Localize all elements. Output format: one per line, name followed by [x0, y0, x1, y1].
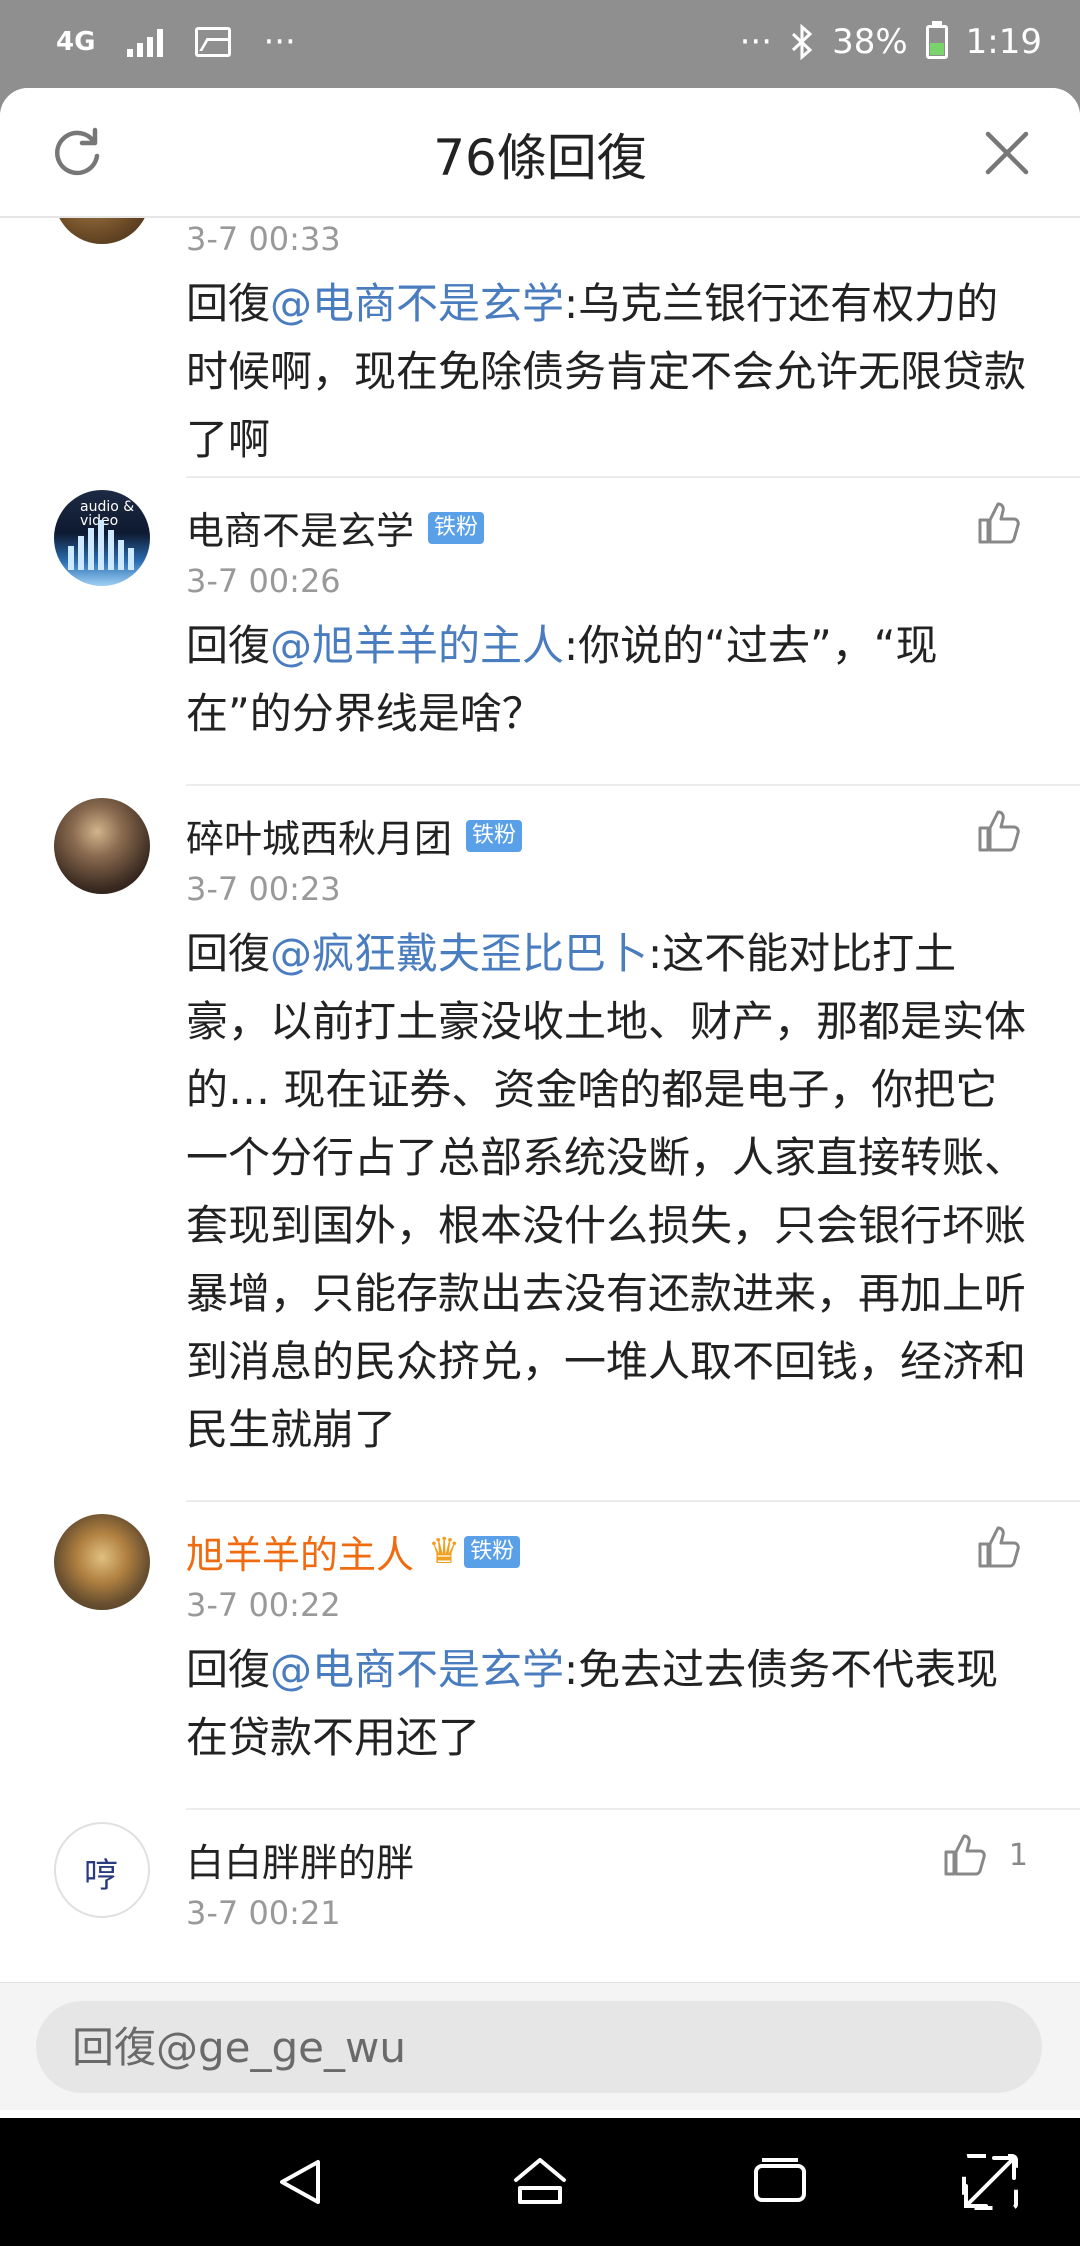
list-item: audio & video 电商不是玄学 铁粉 3-7 00:26 回復@旭羊羊… [0, 478, 1080, 786]
page-title: 76條回復 [433, 129, 647, 187]
mention-link[interactable]: @电商不是玄学 [270, 279, 564, 328]
reply-input[interactable] [36, 2001, 1042, 2093]
avatar[interactable]: 哼 [54, 1822, 150, 1918]
signal-icon [127, 27, 164, 57]
mention-link[interactable]: @电商不是玄学 [270, 1645, 564, 1694]
comment-time: 3-7 00:22 [186, 1586, 341, 1624]
like-count: 1 [1008, 1838, 1028, 1873]
reply-prefix: 回復 [186, 621, 271, 670]
network-type: 4G [56, 27, 96, 57]
author-name[interactable]: 白白胖胖的胖 [186, 1832, 414, 1887]
avatar-text: 哼 [84, 1856, 118, 1896]
reply-prefix: 回復 [186, 1645, 271, 1694]
author-name[interactable]: 碎叶城西秋月团 [186, 808, 452, 863]
image-notification-icon [195, 27, 232, 57]
status-right: ··· 38% 1:19 [739, 21, 1042, 62]
battery-percent: 38% [832, 22, 908, 62]
list-item: 哼 白白胖胖的胖 1 3-7 00:21 [0, 1810, 1080, 1988]
more-status: ··· [739, 22, 773, 62]
thumbs-up-icon[interactable] [976, 1524, 1022, 1570]
avatar[interactable]: audio & video [54, 490, 150, 586]
avatar[interactable] [54, 798, 150, 894]
avatar[interactable] [54, 218, 150, 244]
bluetooth-icon [792, 24, 813, 60]
equalizer-graphic [68, 520, 134, 570]
sheet-header: 76條回復 [0, 88, 1080, 218]
close-icon[interactable] [982, 128, 1032, 178]
thumbs-up-icon[interactable] [976, 808, 1022, 854]
navigation-bar [0, 2118, 1080, 2246]
back-icon[interactable] [268, 2150, 332, 2214]
status-left: 4G ··· [56, 22, 296, 62]
comment-time: 3-7 00:26 [186, 562, 341, 600]
avatar[interactable] [54, 1514, 150, 1610]
comment-time: 3-7 00:21 [186, 1894, 341, 1932]
comment-list[interactable]: 3-7 00:33 回復@电商不是玄学:乌克兰银行还有权力的时候啊，现在免除债务… [0, 218, 1080, 1988]
comment-author[interactable]: 旭羊羊的主人 ♛ 铁粉 [186, 1524, 521, 1579]
author-name[interactable]: 电商不是玄学 [186, 500, 414, 555]
comment-text: 回復@电商不是玄学:乌克兰银行还有权力的时候啊，现在免除债务肯定不会允许无限贷款… [186, 270, 1036, 474]
author-name[interactable]: 旭羊羊的主人 [186, 1524, 414, 1579]
fan-badge: 铁粉 [464, 1535, 521, 1568]
comment-body: :这不能对比打土豪，以前打土豪没收土地、财产，那都是实体的… 现在证券、资金啥的… [186, 929, 1027, 1454]
comment-time: 3-7 00:33 [186, 220, 341, 258]
reply-prefix: 回復 [186, 929, 271, 978]
reply-prefix: 回復 [186, 279, 271, 328]
comment-text: 回復@疯狂戴夫歪比巴卜:这不能对比打土豪，以前打土豪没收土地、财产，那都是实体的… [186, 920, 1036, 1464]
comment-time: 3-7 00:23 [186, 870, 341, 908]
recents-icon[interactable] [748, 2150, 812, 2214]
mention-link[interactable]: @疯狂戴夫歪比巴卜 [270, 929, 648, 978]
list-item: 碎叶城西秋月团 铁粉 3-7 00:23 回復@疯狂戴夫歪比巴卜:这不能对比打土… [0, 786, 1080, 1502]
status-bar: 4G ··· ··· 38% 1:19 [0, 0, 1080, 88]
clock: 1:19 [965, 22, 1042, 62]
comment-author[interactable]: 碎叶城西秋月团 铁粉 [186, 808, 523, 863]
thumbs-up-icon[interactable] [976, 500, 1022, 546]
replies-sheet: 76條回復 3-7 00:33 回復@电商不是玄学:乌克兰银行还有权力的时候啊，… [0, 88, 1080, 2118]
crown-icon: ♛ [428, 1531, 461, 1572]
comment-author[interactable]: 白白胖胖的胖 [186, 1832, 414, 1887]
battery-icon [925, 21, 948, 59]
comment-text: 回復@电商不是玄学:免去过去债务不代表现在贷款不用还了 [186, 1636, 1036, 1772]
reply-bar [0, 1982, 1080, 2110]
comment-author[interactable]: 电商不是玄学 铁粉 [186, 500, 485, 555]
thumbs-up-icon[interactable] [942, 1832, 988, 1878]
expand-icon[interactable] [958, 2150, 1022, 2214]
home-icon[interactable] [508, 2150, 572, 2214]
list-item: 3-7 00:33 回復@电商不是玄学:乌克兰银行还有权力的时候啊，现在免除债务… [0, 218, 1080, 478]
fan-badge: 铁粉 [428, 511, 485, 544]
mention-link[interactable]: @旭羊羊的主人 [270, 621, 564, 670]
fan-badge: 铁粉 [466, 819, 523, 852]
comment-text: 回復@旭羊羊的主人:你说的“过去”，“现在”的分界线是啥？ [186, 612, 1036, 748]
more-notifications: ··· [263, 22, 296, 62]
list-item: 旭羊羊的主人 ♛ 铁粉 3-7 00:22 回復@电商不是玄学:免去过去债务不代… [0, 1502, 1080, 1810]
